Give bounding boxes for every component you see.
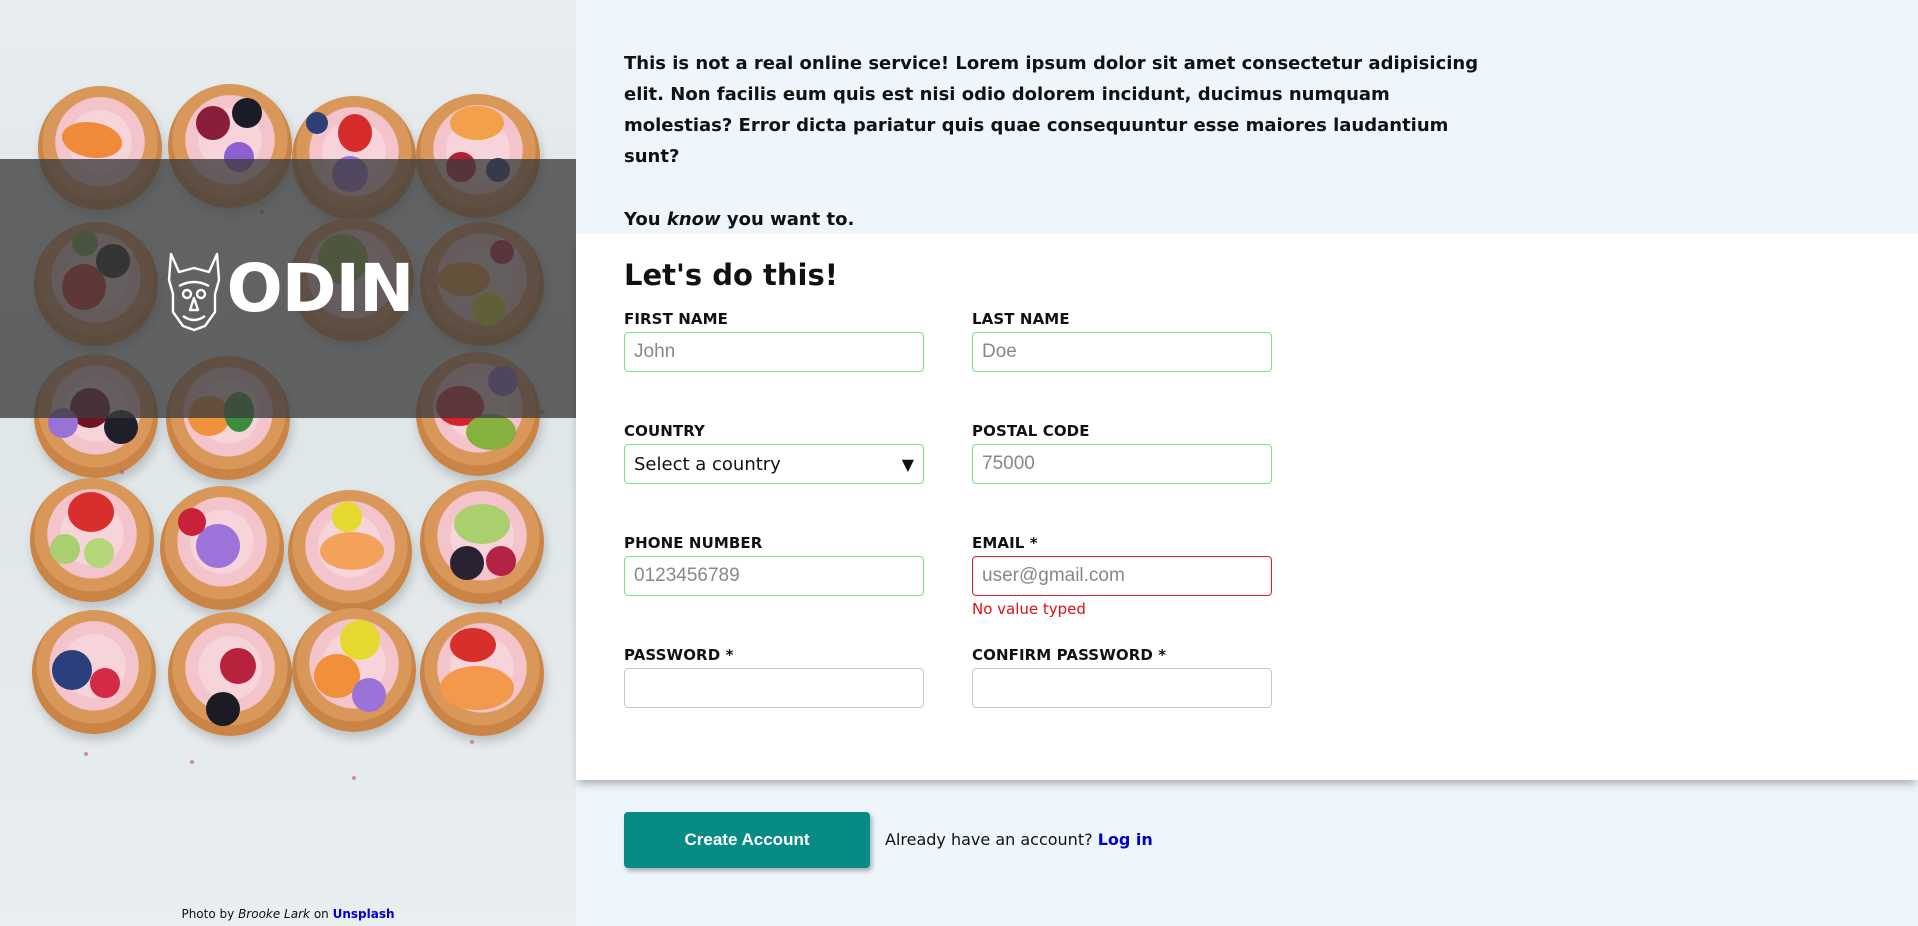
phone-group: Phone Number: [624, 534, 924, 646]
first-name-label: First Name: [624, 310, 728, 328]
first-name-group: First Name: [624, 310, 924, 422]
country-label: Country: [624, 422, 706, 440]
confirm-password-group: Confirm Password *: [972, 646, 1272, 758]
email-group: Email * No value typed: [972, 534, 1272, 646]
form-fields: First Name Last Name Country Select a co…: [624, 310, 1870, 758]
password-label: Password *: [624, 646, 734, 664]
login-link[interactable]: Log in: [1098, 830, 1153, 849]
password-group: Password *: [624, 646, 924, 758]
login-prompt-text: Already have an account?: [885, 830, 1093, 849]
photo-credit-prefix: Photo by: [181, 907, 235, 921]
create-account-button[interactable]: Create Account: [624, 812, 870, 868]
last-name-group: Last Name: [972, 310, 1272, 422]
signup-form: Let's do this! First Name Last Name Coun…: [576, 234, 1918, 780]
email-error-message: No value typed: [972, 600, 1086, 618]
phone-label: Phone Number: [624, 534, 763, 552]
tagline-after: you want to.: [726, 209, 855, 230]
country-group: Country Select a country ▼: [624, 422, 924, 534]
photo-credit-author: Brooke Lark: [238, 907, 310, 921]
password-input[interactable]: [624, 668, 924, 708]
intro-tagline: You know you want to.: [624, 204, 1504, 235]
form-title: Let's do this!: [624, 258, 838, 292]
brand-banner: ODIN: [0, 159, 576, 418]
login-prompt: Already have an account? Log in: [885, 812, 1153, 868]
first-name-input[interactable]: [624, 332, 924, 372]
brand-name: ODIN: [226, 250, 415, 327]
hero-background-photo: [0, 0, 576, 926]
country-selected-value: Select a country: [634, 453, 781, 475]
country-select[interactable]: Select a country ▼: [624, 444, 924, 484]
email-input[interactable]: [972, 556, 1272, 596]
intro-section: This is not a real online service! Lorem…: [576, 0, 1918, 234]
email-label: Email *: [972, 534, 1038, 552]
hero-panel: ODIN Photo by Brooke Lark on Unsplash: [0, 0, 576, 926]
postal-code-input[interactable]: [972, 444, 1272, 484]
unsplash-link[interactable]: Unsplash: [333, 907, 395, 921]
signup-panel: This is not a real online service! Lorem…: [576, 0, 1918, 926]
form-actions: Create Account Already have an account? …: [576, 780, 1918, 926]
tagline-before: You: [624, 209, 661, 230]
last-name-label: Last Name: [972, 310, 1070, 328]
caret-down-icon: ▼: [901, 454, 914, 474]
confirm-password-label: Confirm Password *: [972, 646, 1167, 664]
intro-paragraph: This is not a real online service! Lorem…: [624, 53, 1479, 167]
postal-code-group: Postal Code: [972, 422, 1272, 534]
photo-credit-connector: on: [313, 907, 329, 921]
confirm-password-input[interactable]: [972, 668, 1272, 708]
photo-credit: Photo by Brooke Lark on Unsplash: [0, 907, 576, 921]
tagline-emphasis: know: [666, 209, 721, 230]
postal-code-label: Postal Code: [972, 422, 1090, 440]
last-name-input[interactable]: [972, 332, 1272, 372]
odin-helmet-logo-icon: [167, 252, 220, 331]
phone-input[interactable]: [624, 556, 924, 596]
